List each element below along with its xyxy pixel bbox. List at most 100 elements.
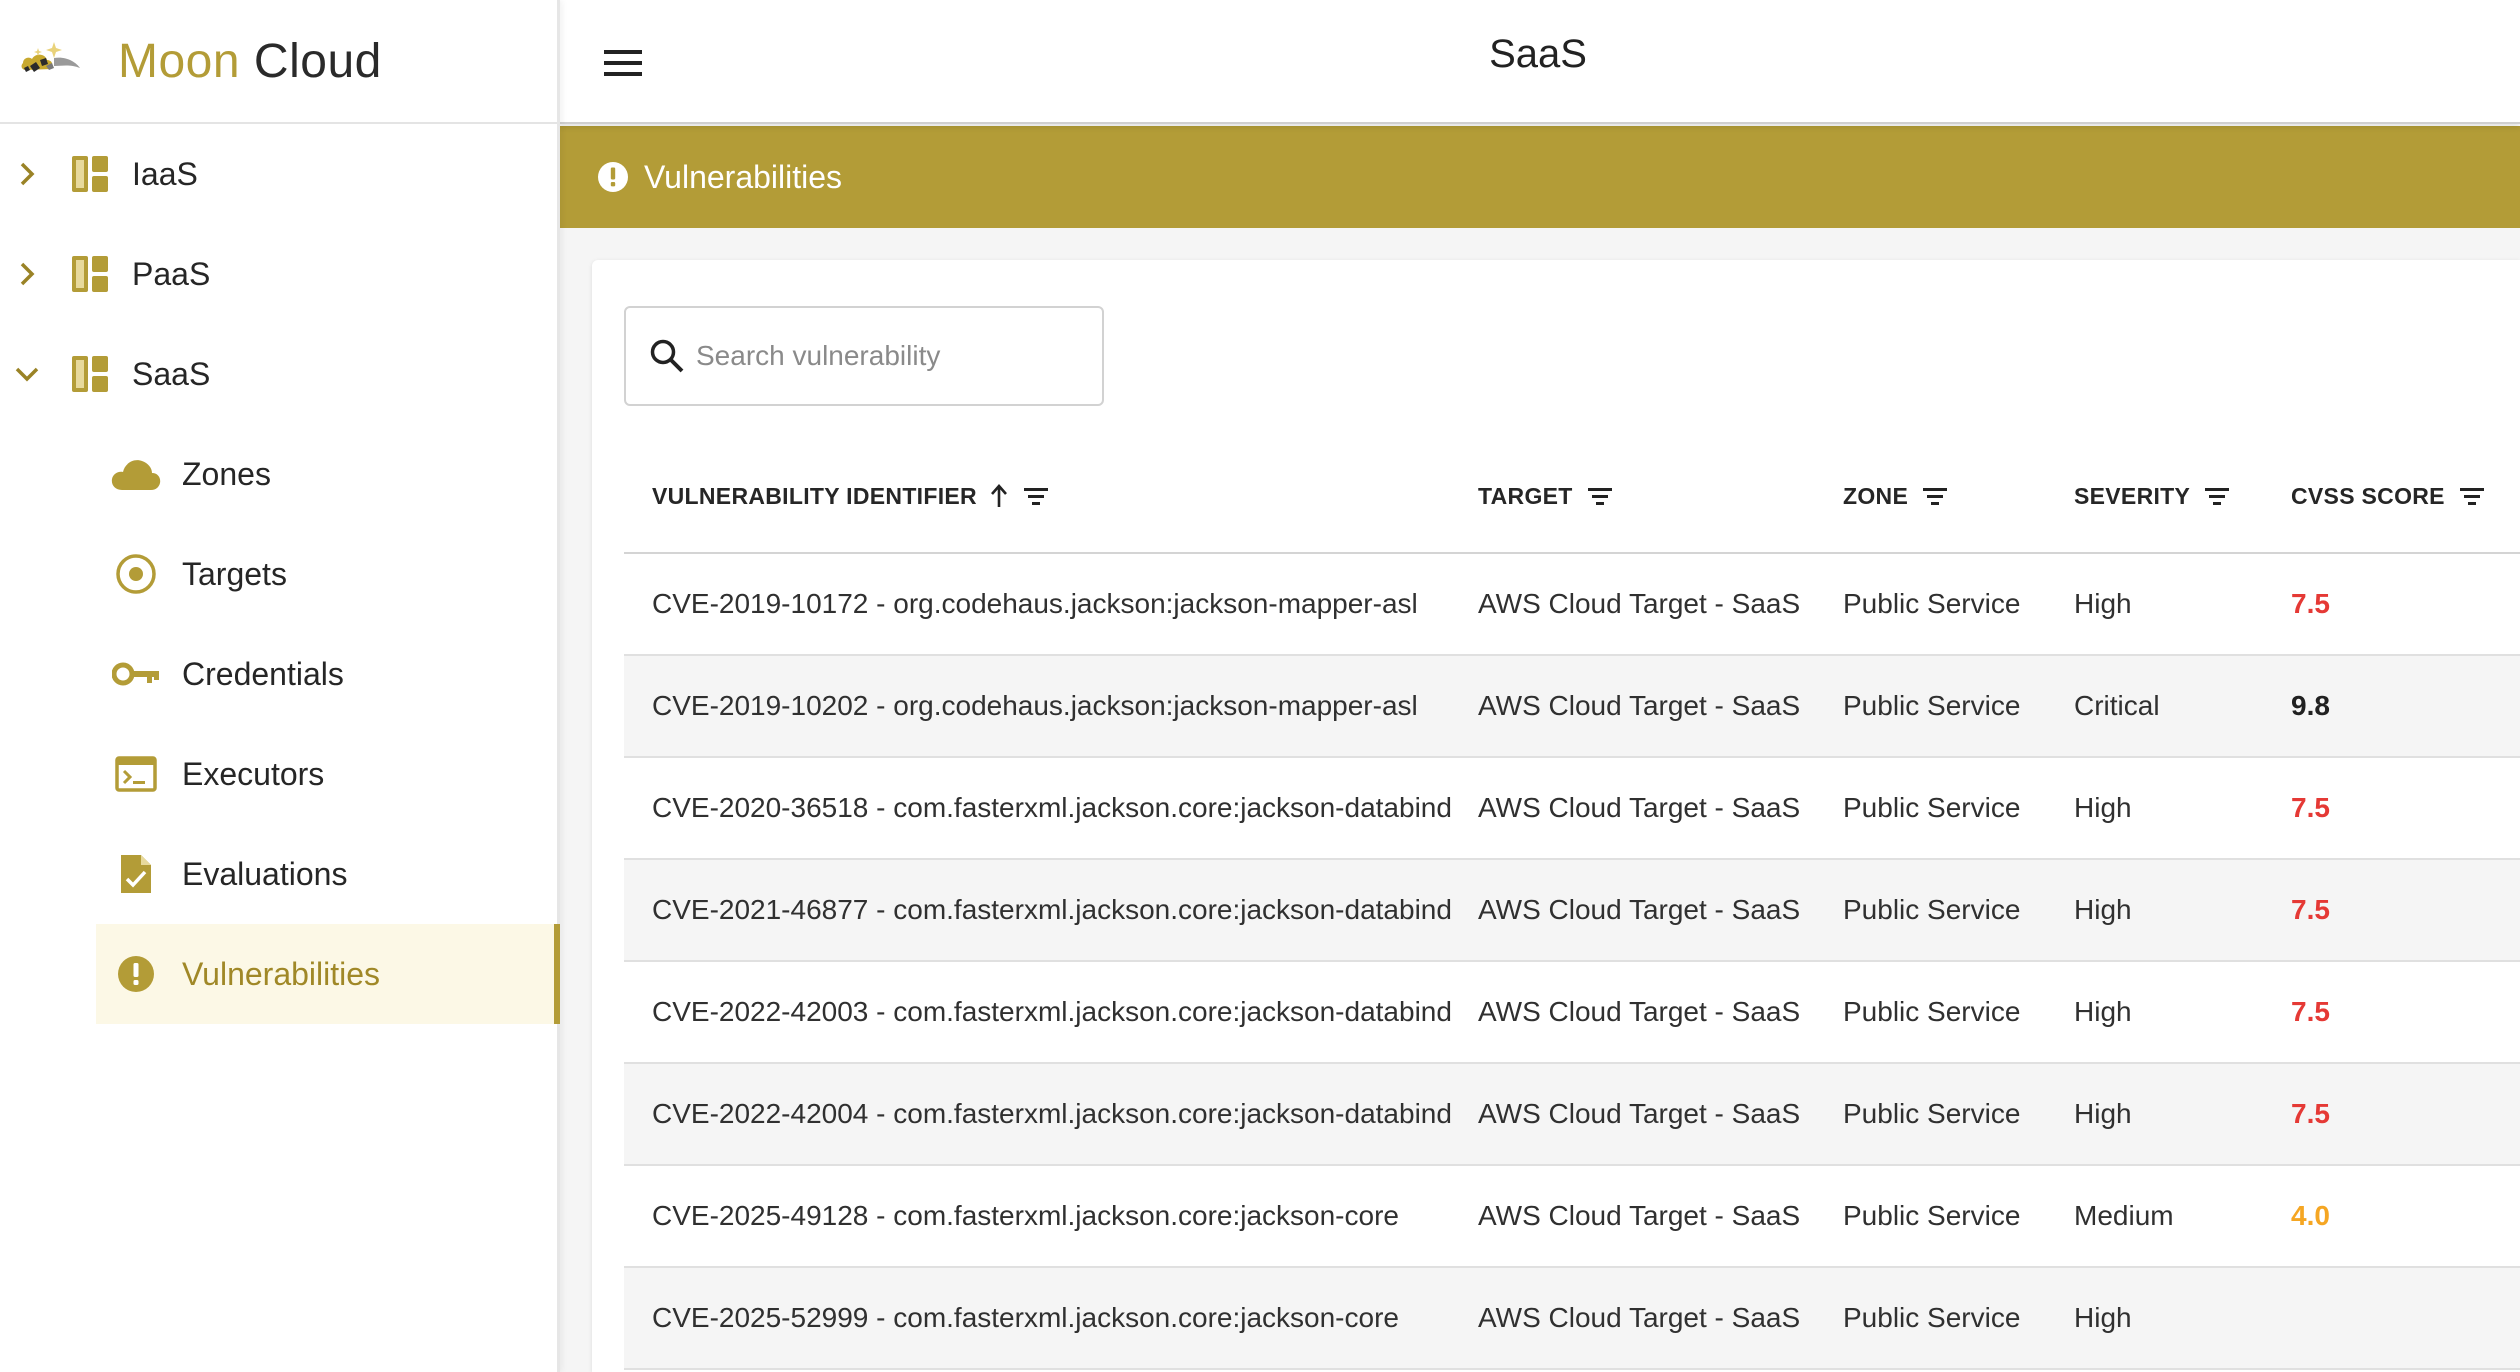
sidebar-item-zones[interactable]: Zones	[96, 424, 560, 524]
filter-icon[interactable]	[1587, 483, 1613, 509]
column-header-label: SEVERITY	[2074, 482, 2191, 509]
cell-identifier: CVE-2025-52999 - com.fasterxml.jackson.c…	[652, 1302, 1399, 1333]
cell-identifier: CVE-2019-10172 - org.codehaus.jackson:ja…	[652, 588, 1418, 619]
top-bar: SaaS	[560, 0, 2520, 124]
sidebar-group-saas[interactable]: SaaS	[0, 324, 560, 424]
cell-severity: High	[2074, 996, 2132, 1027]
cell-identifier: CVE-2020-36518 - com.fasterxml.jackson.c…	[652, 792, 1452, 823]
cell-zone: Public Service	[1843, 1098, 2021, 1129]
column-header-identifier[interactable]: VULNERABILITY IDENTIFIER	[624, 483, 1478, 510]
cell-cvss-score: 7.5	[2291, 996, 2330, 1027]
cell-target: AWS Cloud Target - SaaS	[1478, 1302, 1801, 1333]
cell-cvss-score: 4.0	[2291, 1200, 2330, 1231]
sidebar-item-label: Executors	[182, 755, 325, 792]
sidebar-item-label: Vulnerabilities	[182, 955, 381, 992]
vulnerabilities-table: VULNERABILITY IDENTIFIER TARGET ZONE SEV…	[624, 440, 2520, 1370]
column-header-label: VULNERABILITY IDENTIFIER	[652, 482, 977, 509]
brand-header[interactable]: Moon Cloud	[0, 0, 557, 124]
dashboard-icon	[72, 356, 108, 392]
cell-target: AWS Cloud Target - SaaS	[1478, 1098, 1801, 1129]
sidebar-item-label: Credentials	[182, 655, 344, 692]
cell-identifier: CVE-2022-42004 - com.fasterxml.jackson.c…	[652, 1098, 1452, 1129]
cell-zone: Public Service	[1843, 1200, 2021, 1231]
sidebar-item-evaluations[interactable]: Evaluations	[96, 824, 560, 924]
table-row[interactable]: CVE-2019-10202 - org.codehaus.jackson:ja…	[624, 656, 2520, 758]
cell-identifier: CVE-2019-10202 - org.codehaus.jackson:ja…	[652, 690, 1418, 721]
cell-zone: Public Service	[1843, 1302, 2021, 1333]
sidebar-group-label: PaaS	[132, 255, 211, 292]
table-row[interactable]: CVE-2020-36518 - com.fasterxml.jackson.c…	[624, 758, 2520, 860]
search-box[interactable]	[624, 306, 1104, 406]
cell-cvss-score: 9.8	[2291, 690, 2330, 721]
sidebar-group-label: SaaS	[132, 355, 211, 392]
sidebar-item-vulnerabilities[interactable]: Vulnerabilities	[96, 924, 560, 1024]
cell-zone: Public Service	[1843, 894, 2021, 925]
column-header-label: ZONE	[1843, 482, 1909, 509]
sidebar-item-targets[interactable]: Targets	[96, 524, 560, 624]
target-icon	[110, 552, 162, 596]
table-row[interactable]: CVE-2022-42004 - com.fasterxml.jackson.c…	[624, 1064, 2520, 1166]
cell-target: AWS Cloud Target - SaaS	[1478, 1200, 1801, 1231]
arrow-up-icon[interactable]	[989, 483, 1009, 509]
cell-severity: Critical	[2074, 690, 2160, 721]
cell-zone: Public Service	[1843, 792, 2021, 823]
cell-severity: High	[2074, 894, 2132, 925]
cell-zone: Public Service	[1843, 996, 2021, 1027]
dashboard-icon	[72, 256, 108, 292]
column-header-cvss-score[interactable]: CVSS SCORE	[2291, 483, 2520, 510]
table-row[interactable]: CVE-2025-52999 - com.fasterxml.jackson.c…	[624, 1268, 2520, 1370]
cell-zone: Public Service	[1843, 690, 2021, 721]
cell-target: AWS Cloud Target - SaaS	[1478, 792, 1801, 823]
alert-circle-icon	[598, 162, 628, 192]
key-icon	[110, 652, 162, 696]
table-row[interactable]: CVE-2019-10172 - org.codehaus.jackson:ja…	[624, 554, 2520, 656]
menu-button[interactable]	[602, 42, 644, 84]
cell-cvss-score: 7.5	[2291, 1098, 2330, 1129]
document-check-icon	[110, 852, 162, 896]
brand-name-moon: Moon	[118, 34, 241, 88]
table-header: VULNERABILITY IDENTIFIER TARGET ZONE SEV…	[624, 440, 2520, 554]
sidebar-item-label: Evaluations	[182, 855, 348, 892]
cell-cvss-score: 7.5	[2291, 894, 2330, 925]
brand-name-cloud: Cloud	[253, 34, 382, 88]
filter-icon[interactable]	[2204, 483, 2230, 509]
cell-target: AWS Cloud Target - SaaS	[1478, 690, 1801, 721]
sidebar-item-credentials[interactable]: Credentials	[96, 624, 560, 724]
table-row[interactable]: CVE-2021-46877 - com.fasterxml.jackson.c…	[624, 860, 2520, 962]
cell-target: AWS Cloud Target - SaaS	[1478, 588, 1801, 619]
chevron-right-icon	[14, 261, 40, 287]
sidebar-group-paas[interactable]: PaaS	[0, 224, 560, 324]
cell-severity: High	[2074, 792, 2132, 823]
table-row[interactable]: CVE-2025-49128 - com.fasterxml.jackson.c…	[624, 1166, 2520, 1268]
column-header-zone[interactable]: ZONE	[1843, 483, 2074, 510]
column-header-label: CVSS SCORE	[2291, 482, 2445, 509]
sidebar-group-label: IaaS	[132, 155, 198, 192]
section-header: Vulnerabilities	[560, 126, 2520, 228]
brand-name: Moon Cloud	[118, 34, 382, 89]
filter-icon[interactable]	[1023, 483, 1049, 509]
alert-circle-icon	[110, 952, 162, 996]
section-title: Vulnerabilities	[644, 158, 843, 195]
search-input[interactable]	[696, 340, 1086, 372]
cell-cvss-score: 7.5	[2291, 588, 2330, 619]
sidebar-item-label: Targets	[182, 555, 287, 592]
sidebar: Moon Cloud IaaS PaaS SaaS Zones Targets …	[0, 0, 560, 1372]
cell-zone: Public Service	[1843, 588, 2021, 619]
column-header-label: TARGET	[1478, 482, 1573, 509]
column-header-severity[interactable]: SEVERITY	[2074, 483, 2291, 510]
column-header-target[interactable]: TARGET	[1478, 483, 1843, 510]
cloud-icon	[110, 452, 162, 496]
cell-identifier: CVE-2021-46877 - com.fasterxml.jackson.c…	[652, 894, 1452, 925]
dashboard-icon	[72, 156, 108, 192]
sidebar-group-iaas[interactable]: IaaS	[0, 124, 560, 224]
filter-icon[interactable]	[1922, 483, 1948, 509]
table-row[interactable]: CVE-2022-42003 - com.fasterxml.jackson.c…	[624, 962, 2520, 1064]
filter-icon[interactable]	[2459, 483, 2485, 509]
app-root: Moon Cloud IaaS PaaS SaaS Zones Targets …	[0, 0, 2520, 1372]
chevron-down-icon	[14, 361, 40, 387]
cell-severity: Medium	[2074, 1200, 2174, 1231]
sidebar-item-executors[interactable]: Executors	[96, 724, 560, 824]
cell-cvss-score: 7.5	[2291, 792, 2330, 823]
cell-identifier: CVE-2022-42003 - com.fasterxml.jackson.c…	[652, 996, 1452, 1027]
cell-identifier: CVE-2025-49128 - com.fasterxml.jackson.c…	[652, 1200, 1399, 1231]
